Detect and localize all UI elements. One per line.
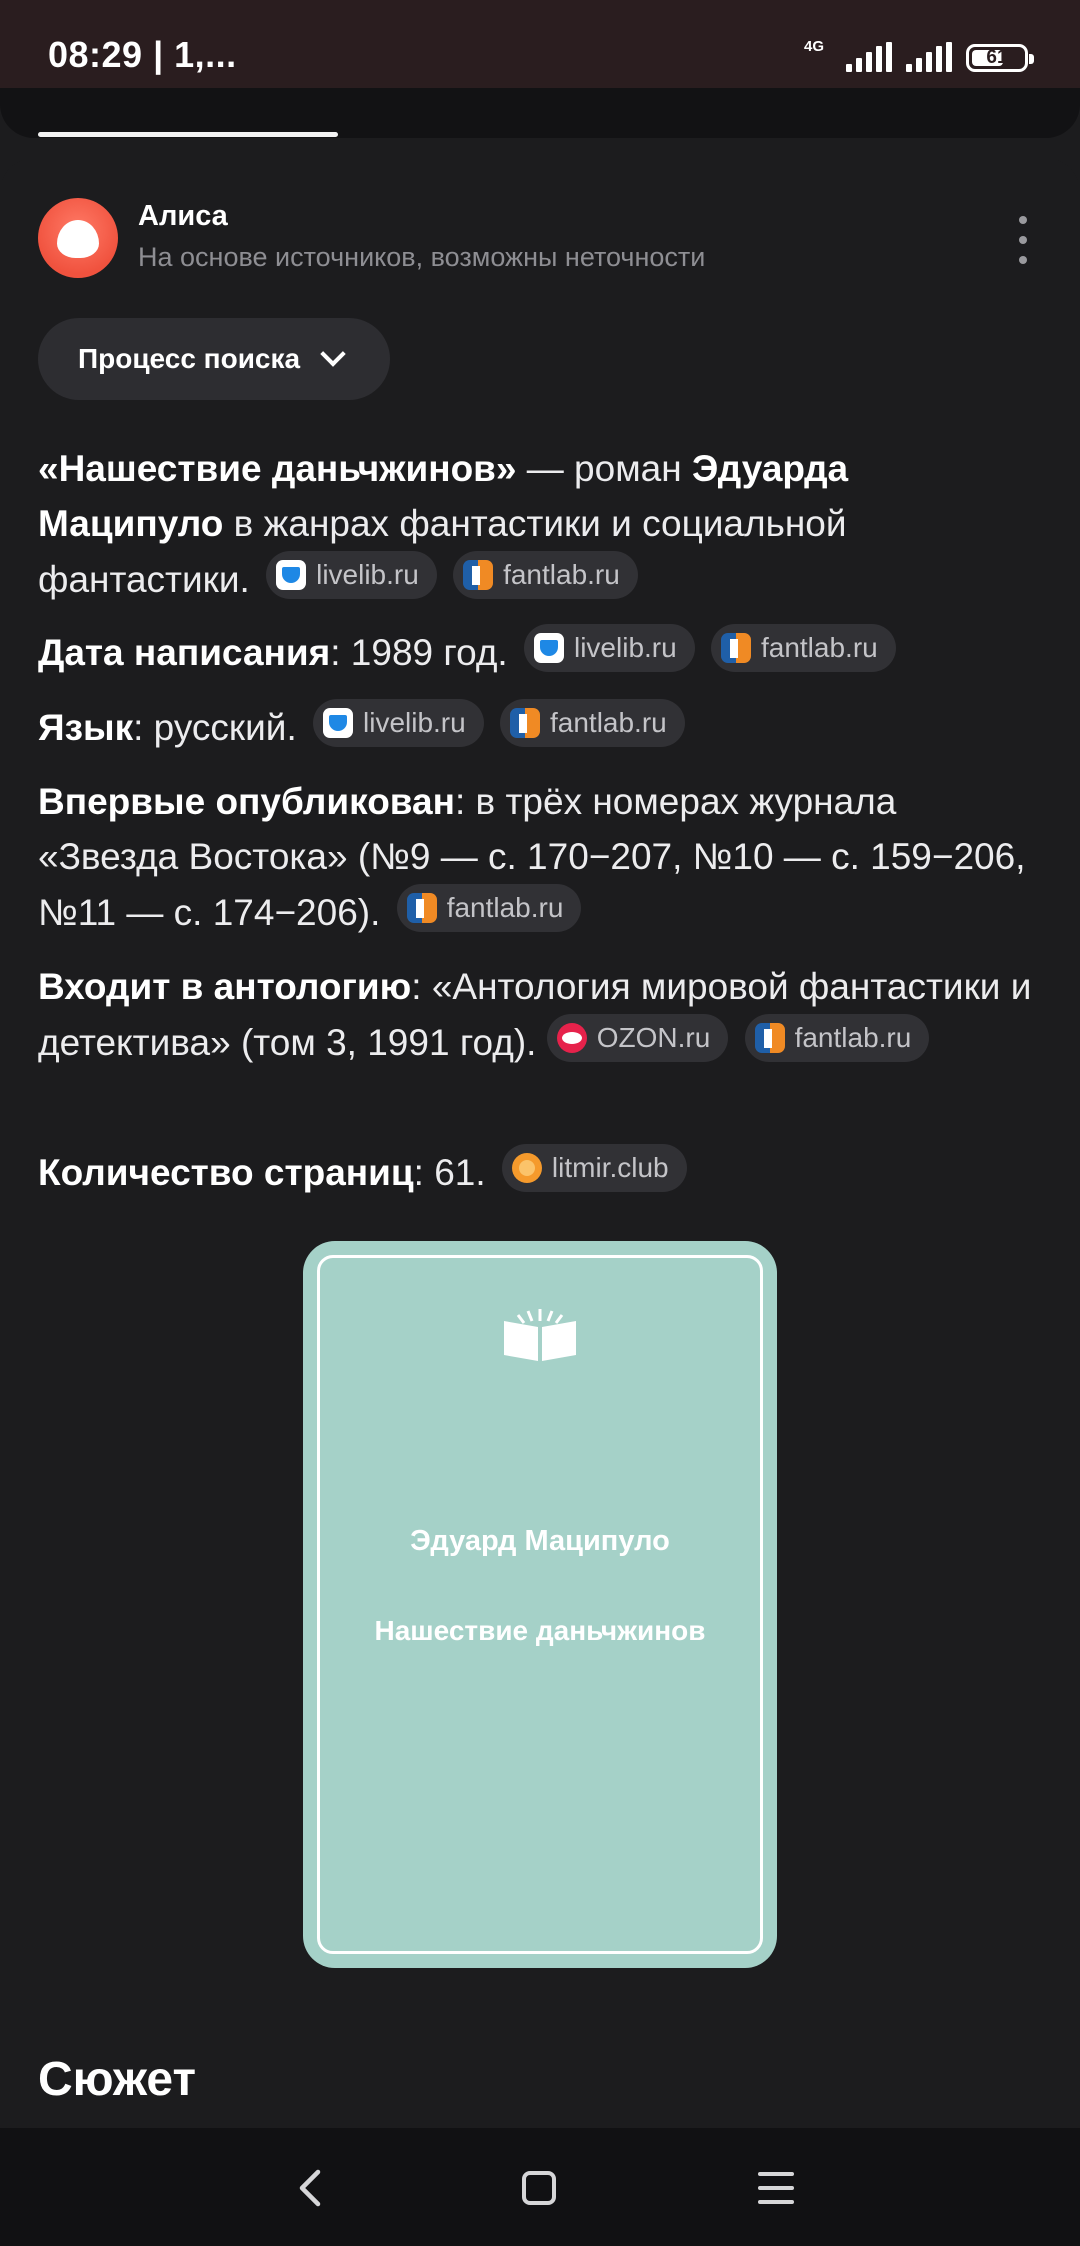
source-label: OZON.ru: [596, 1022, 711, 1053]
section-title-plot: Сюжет: [38, 2053, 196, 2106]
signal-strength-icon-2: [906, 42, 952, 72]
source-chip-fantlab[interactable]: fantlab.ru: [453, 551, 638, 599]
source-label: livelib.ru: [573, 632, 677, 663]
fact-label: Язык: [38, 707, 134, 748]
livelib-icon: [323, 708, 353, 738]
status-icons: 4G 61: [804, 38, 1034, 72]
source-label: livelib.ru: [363, 707, 466, 738]
fact-label: Дата написания: [38, 632, 331, 673]
alisa-logo-icon: [38, 198, 118, 278]
book-title: «Нашествие даньчжинов»: [38, 448, 517, 489]
fact-date: Дата написания: 1989 год. livelib.ru fan…: [38, 624, 1042, 680]
source-chip-ozon[interactable]: OZON.ru: [546, 1014, 729, 1062]
source-label: fantlab.ru: [760, 632, 878, 663]
fact-label: Количество страниц: [38, 1152, 414, 1193]
source-label: fantlab.ru: [503, 559, 620, 590]
fantlab-icon: [754, 1023, 785, 1053]
fantlab-icon: [463, 560, 494, 590]
fantlab-icon: [509, 708, 540, 738]
source-label: fantlab.ru: [549, 707, 667, 738]
source-label: fantlab.ru: [794, 1022, 912, 1053]
fact-label: Впервые опубликован: [38, 781, 455, 822]
source-chip-fantlab[interactable]: fantlab.ru: [710, 624, 896, 672]
battery-level: 61: [986, 47, 1008, 68]
battery-icon: 61: [966, 44, 1034, 72]
source-chip-livelib[interactable]: livelib.ru: [266, 551, 437, 599]
open-book-icon: [504, 1309, 576, 1361]
fact-anthology: Входит в антологию: «Антология мировой ф…: [38, 959, 1042, 1070]
fact-value: : 61.: [413, 1152, 486, 1193]
previous-card: [0, 88, 1080, 138]
fact-language: Язык: русский. livelib.ru fantlab.ru: [38, 699, 1042, 755]
source-chip-fantlab[interactable]: fantlab.ru: [396, 884, 582, 932]
source-label: litmir.club: [551, 1152, 669, 1183]
book-cover[interactable]: Эдуард Маципуло Нашествие даньчжинов: [303, 1241, 777, 1968]
back-icon[interactable]: [290, 2166, 330, 2210]
livelib-icon: [276, 560, 307, 590]
home-icon[interactable]: [522, 2171, 556, 2205]
source-chip-litmir[interactable]: litmir.club: [501, 1144, 687, 1192]
network-type-label: 4G: [804, 38, 825, 55]
source-chip-fantlab[interactable]: fantlab.ru: [744, 1014, 930, 1062]
source-chip-fantlab[interactable]: fantlab.ru: [499, 699, 685, 747]
fact-text: — роман: [516, 448, 692, 489]
fact-first-published: Впервые опубликован: в трёх номерах журн…: [38, 774, 1042, 940]
fact-label: Входит в антологию: [38, 966, 412, 1007]
litmir-icon: [511, 1153, 542, 1183]
cover-author: Эдуард Маципуло: [410, 1525, 670, 1557]
source-chip-livelib[interactable]: livelib.ru: [523, 624, 695, 672]
fantlab-icon: [720, 633, 751, 663]
search-process-button[interactable]: Процесс поиска: [38, 318, 390, 400]
source-chip-livelib[interactable]: livelib.ru: [313, 699, 484, 747]
status-bar: 08:29 | 1,... 4G 61: [0, 0, 1080, 88]
system-nav-bar: [0, 2128, 1080, 2246]
source-label: fantlab.ru: [446, 892, 564, 923]
menu-icon[interactable]: [758, 2172, 794, 2204]
source-label: livelib.ru: [316, 559, 419, 590]
signal-strength-icon: [846, 42, 892, 72]
search-process-label: Процесс поиска: [78, 343, 301, 374]
fact-genre: «Нашествие даньчжинов» — роман Эдуарда М…: [38, 441, 1042, 607]
ozon-icon: [556, 1023, 587, 1053]
status-time: 08:29 | 1,...: [48, 34, 237, 75]
more-vertical-icon[interactable]: [1008, 216, 1038, 264]
tab-underline: [38, 132, 338, 137]
cover-title: Нашествие даньчжинов: [374, 1615, 706, 1646]
fantlab-icon: [406, 893, 437, 923]
fact-pages: Количество страниц: 61. litmir.club: [38, 1144, 1042, 1200]
network-type: 4G: [804, 38, 832, 72]
chevron-down-icon: [320, 341, 346, 367]
alisa-name: Алиса: [138, 200, 228, 232]
alisa-disclaimer: На основе источников, возможны неточност…: [138, 242, 706, 272]
fact-value: : 1989 год.: [330, 632, 508, 673]
livelib-icon: [533, 633, 564, 663]
fact-value: : русский.: [133, 707, 297, 748]
